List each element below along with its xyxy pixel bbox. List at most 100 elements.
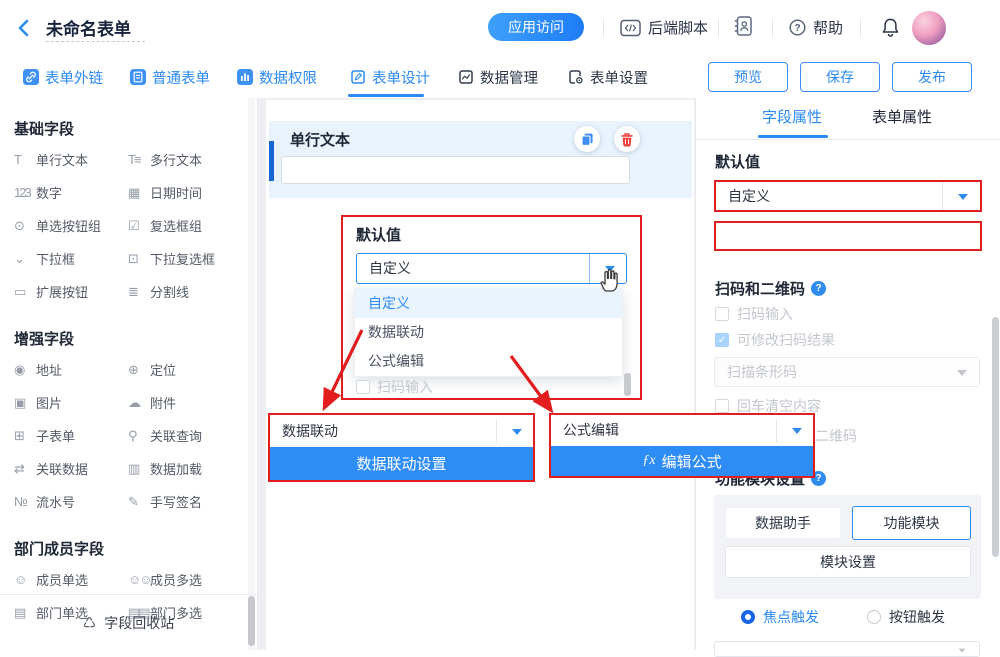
trigger-focus-option[interactable]: 焦点触发 <box>741 607 819 627</box>
tab-label: 数据管理 <box>480 67 538 88</box>
default-value-dropdown-menu: 自定义数据联动公式编辑 <box>354 288 623 377</box>
sidebar-item-label: 关联数据 <box>36 459 88 478</box>
save-button[interactable]: 保存 <box>800 62 880 92</box>
linkage-select[interactable]: 数据联动 <box>270 415 533 447</box>
edit-formula-button[interactable]: ƒx 编辑公式 <box>551 446 813 476</box>
fx-icon: ƒx <box>642 453 655 469</box>
app-access-button[interactable]: 应用访问 <box>488 13 584 41</box>
section-items: ◉地址⊕定位▣图片☁附件⊞子表单⚲关联查询⇄关联数据▥数据加载№流水号✎手写签名 <box>14 353 257 518</box>
enter-clear-checkbox[interactable] <box>715 399 729 413</box>
sidebar-item-multi-line-text[interactable]: T≡多行文本 <box>128 143 242 176</box>
panel-default-value-input[interactable] <box>714 221 982 251</box>
scan-editable-checkbox[interactable]: ✓ <box>715 333 729 347</box>
chevron-down-icon[interactable] <box>958 194 968 205</box>
scan-input-checkbox[interactable] <box>715 307 729 321</box>
cutoff-select[interactable] <box>714 641 980 657</box>
tab-normal-form[interactable]: 普通表单 <box>130 67 210 87</box>
sidebar-item-dropdown[interactable]: ⌄下拉框 <box>14 242 128 275</box>
backend-script-button[interactable]: 后端脚本 <box>620 17 708 38</box>
function-module-button[interactable]: 功能模块 <box>852 506 971 540</box>
form-toolbar: 表单外链 普通表单 数据权限 表单设计 数据管理 <box>0 57 1000 99</box>
dropdown-option[interactable]: 公式编辑 <box>355 347 622 376</box>
chevron-down-icon[interactable] <box>792 428 802 439</box>
sidebar-item-attachment[interactable]: ☁附件 <box>128 386 242 419</box>
link-icon <box>23 69 39 85</box>
help-button[interactable]: ? 帮助 <box>789 17 843 38</box>
sidebar-item-label: 关联查询 <box>150 426 202 445</box>
preview-button[interactable]: 预览 <box>708 62 788 92</box>
tab-form-properties[interactable]: 表单属性 <box>862 106 942 127</box>
sidebar-item-checkbox-group[interactable]: ☑复选框组 <box>128 209 242 242</box>
subform-icon: ⊞ <box>14 428 36 444</box>
notification-bell-icon[interactable] <box>881 17 900 38</box>
dropdown-option[interactable]: 自定义 <box>355 289 622 318</box>
select-value: 数据联动 <box>282 415 338 447</box>
backend-script-label: 后端脚本 <box>648 17 708 38</box>
sidebar-item-label: 日期时间 <box>150 183 202 202</box>
sidebar-item-label: 成员单选 <box>36 570 88 589</box>
chevron-down-icon[interactable] <box>957 370 967 381</box>
selection-bar <box>269 141 274 181</box>
tab-data-permission[interactable]: 数据权限 <box>237 67 317 87</box>
sidebar-item-signature[interactable]: ✎手写签名 <box>128 485 242 518</box>
sidebar-item-label: 定位 <box>150 360 176 379</box>
sidebar-item-image[interactable]: ▣图片 <box>14 386 128 419</box>
divider-line-icon: ≣ <box>128 284 150 300</box>
title-edit-underline <box>46 41 145 42</box>
sidebar-item-serial-number[interactable]: №流水号 <box>14 485 128 518</box>
sidebar-item-label: 手写签名 <box>150 492 202 511</box>
tab-form-settings[interactable]: 表单设置 <box>568 67 648 87</box>
tab-data-management[interactable]: 数据管理 <box>458 67 538 87</box>
tab-form-design[interactable]: 表单设计 <box>350 67 430 87</box>
sidebar-item-address[interactable]: ◉地址 <box>14 353 128 386</box>
chevron-down-icon[interactable] <box>605 266 615 277</box>
sidebar-item-label: 成员多选 <box>150 570 202 589</box>
sidebar-item-number[interactable]: 123数字 <box>14 176 128 209</box>
button-label: 数据联动设置 <box>356 453 446 474</box>
chevron-down-icon[interactable] <box>512 429 522 440</box>
sidebar-item-dropdown-multi[interactable]: ⊡下拉复选框 <box>128 242 242 275</box>
sidebar-item-relation-data[interactable]: ⇄关联数据 <box>14 452 128 485</box>
sidebar-item-geolocation[interactable]: ⊕定位 <box>128 353 242 386</box>
field-recycle-bin-button[interactable]: ♺ 字段回收站 <box>0 603 257 643</box>
sidebar-item-subform[interactable]: ⊞子表单 <box>14 419 128 452</box>
tab-form-external-link[interactable]: 表单外链 <box>23 67 103 87</box>
barcode-type-select[interactable]: 扫描条形码 <box>714 357 980 387</box>
selected-field-card[interactable]: 单行文本 <box>269 121 692 198</box>
trigger-button-option[interactable]: 按钮触发 <box>867 607 945 627</box>
sidebar-item-radio-group[interactable]: ⊙单选按钮组 <box>14 209 128 242</box>
panel-default-value-select[interactable]: 自定义 <box>714 180 982 212</box>
module-settings-button[interactable]: 模块设置 <box>725 546 971 578</box>
sidebar-item-member-multi[interactable]: ☺☺成员多选 <box>128 563 242 596</box>
sidebar-item-extend-button[interactable]: ▭扩展按钮 <box>14 275 128 308</box>
back-button[interactable] <box>16 18 32 38</box>
address-book-icon[interactable] <box>733 15 753 37</box>
data-helper-button[interactable]: 数据助手 <box>725 507 841 539</box>
form-title[interactable]: 未命名表单 <box>46 15 131 40</box>
sidebar-item-datetime[interactable]: ▦日期时间 <box>128 176 242 209</box>
publish-button[interactable]: 发布 <box>892 62 972 92</box>
trash-icon <box>620 132 634 147</box>
help-icon[interactable]: ? <box>811 281 826 296</box>
checkbox-group-icon: ☑ <box>128 218 150 234</box>
dropdown-option[interactable]: 数据联动 <box>355 318 622 347</box>
sidebar-scrollbar-thumb[interactable] <box>248 596 255 646</box>
image-icon: ▣ <box>14 395 36 411</box>
user-avatar[interactable] <box>912 11 946 45</box>
tab-field-properties[interactable]: 字段属性 <box>752 106 832 127</box>
linkage-settings-button[interactable]: 数据联动设置 <box>270 447 533 480</box>
sidebar-item-data-load[interactable]: ▥数据加载 <box>128 452 242 485</box>
field-text-input[interactable] <box>281 156 630 184</box>
bar-chart-icon <box>237 69 253 85</box>
sidebar-item-relation-query[interactable]: ⚲关联查询 <box>128 419 242 452</box>
delete-field-button[interactable] <box>614 126 640 152</box>
default-value-select[interactable]: 自定义 <box>356 253 627 284</box>
copy-field-button[interactable] <box>574 126 600 152</box>
panel-scrollbar-thumb[interactable] <box>992 317 999 557</box>
sidebar-item-member-single[interactable]: ☺成员单选 <box>14 563 128 596</box>
formula-select[interactable]: 公式编辑 <box>551 415 813 446</box>
sidebar-item-single-line-text[interactable]: T单行文本 <box>14 143 128 176</box>
sidebar-item-divider-line[interactable]: ≣分割线 <box>128 275 242 308</box>
sidebar-item-label: 数据加载 <box>150 459 202 478</box>
scan-input-checkbox[interactable] <box>356 380 370 394</box>
